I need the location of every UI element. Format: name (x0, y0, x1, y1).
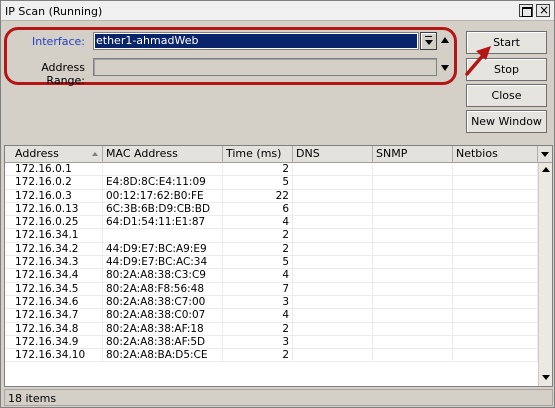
table-row[interactable]: 172.16.34.7 80:2A:A8:38:C0:07 4 (5, 309, 538, 323)
column-menu-icon[interactable] (538, 146, 552, 163)
scroll-down-icon[interactable] (539, 371, 552, 384)
table-row[interactable]: 172.16.0.1 2 (5, 163, 538, 177)
items-count: 18 items (8, 392, 57, 405)
interface-value: ether1-ahmadWeb (95, 34, 417, 48)
collapse-arrow-icon[interactable] (441, 37, 449, 43)
title-bar[interactable]: IP Scan (Running) × (1, 1, 554, 21)
scan-results-table[interactable]: Address MAC Address Time (ms) DNS SNMP N… (4, 145, 553, 387)
column-header-netbios[interactable]: Netbios (453, 146, 538, 163)
close-button[interactable]: Close (466, 84, 547, 107)
table-header: Address MAC Address Time (ms) DNS SNMP N… (5, 146, 552, 163)
table-row[interactable]: 172.16.34.9 80:2A:A8:38:AF:5D 3 (5, 335, 538, 350)
scroll-up-icon[interactable] (539, 163, 552, 176)
table-row[interactable]: 172.16.34.4 80:2A:A8:38:C3:C9 4 (5, 269, 538, 283)
table-row[interactable]: 172.16.34.6 80:2A:A8:38:C7:00 3 (5, 295, 538, 310)
table-row[interactable]: 172.16.34.10 80:2A:A8:BA:D5:CE 2 (5, 349, 538, 363)
table-row[interactable]: 172.16.34.1 2 (5, 229, 538, 243)
column-header-snmp[interactable]: SNMP (373, 146, 453, 163)
address-range-label: Address Range: (41, 61, 85, 87)
annotation-arrow-icon (465, 46, 491, 76)
interface-dropdown-button[interactable] (420, 32, 437, 50)
close-icon[interactable]: × (536, 3, 550, 17)
ip-scan-window: IP Scan (Running) × Interface: ether1-ah… (0, 0, 555, 408)
window-title: IP Scan (Running) (5, 5, 103, 18)
table-row[interactable]: 172.16.34.2 44:D9:E7:BC:A9:E9 2 (5, 242, 538, 257)
table-row[interactable]: 172.16.0.3 00:12:17:62:B0:FE 22 (5, 189, 538, 203)
address-range-input[interactable] (93, 58, 437, 76)
table-row[interactable]: 172.16.34.8 80:2A:A8:38:AF:18 2 (5, 322, 538, 336)
status-bar: 18 items (4, 389, 553, 406)
table-row[interactable]: 172.16.34.3 44:D9:E7:BC:AC:34 5 (5, 256, 538, 270)
column-header-dns[interactable]: DNS (293, 146, 373, 163)
table-row[interactable]: 172.16.0.13 6C:3B:6B:D9:CB:BD 6 (5, 202, 538, 217)
column-header-time[interactable]: Time (ms) (223, 146, 293, 163)
column-header-address[interactable]: Address (5, 146, 103, 163)
restore-icon[interactable] (519, 4, 533, 17)
new-window-button[interactable]: New Window (466, 110, 547, 133)
table-row[interactable]: 172.16.0.25 64:D1:54:11:E1:87 4 (5, 216, 538, 230)
table-body: 172.16.0.1 2 172.16.0.2 E4:8D:8C:E4:11:09 5… (5, 163, 538, 363)
interface-label: Interface: (32, 35, 85, 48)
sort-icon (92, 152, 98, 156)
vertical-scrollbar[interactable] (538, 163, 552, 386)
table-row[interactable]: 172.16.34.5 80:2A:A8:F8:56:48 7 (5, 282, 538, 296)
column-header-mac[interactable]: MAC Address (103, 146, 223, 163)
interface-select[interactable]: ether1-ahmadWeb (93, 32, 419, 50)
expand-arrow-icon[interactable] (441, 65, 449, 71)
table-row[interactable]: 172.16.0.2 E4:8D:8C:E4:11:09 5 (5, 176, 538, 190)
